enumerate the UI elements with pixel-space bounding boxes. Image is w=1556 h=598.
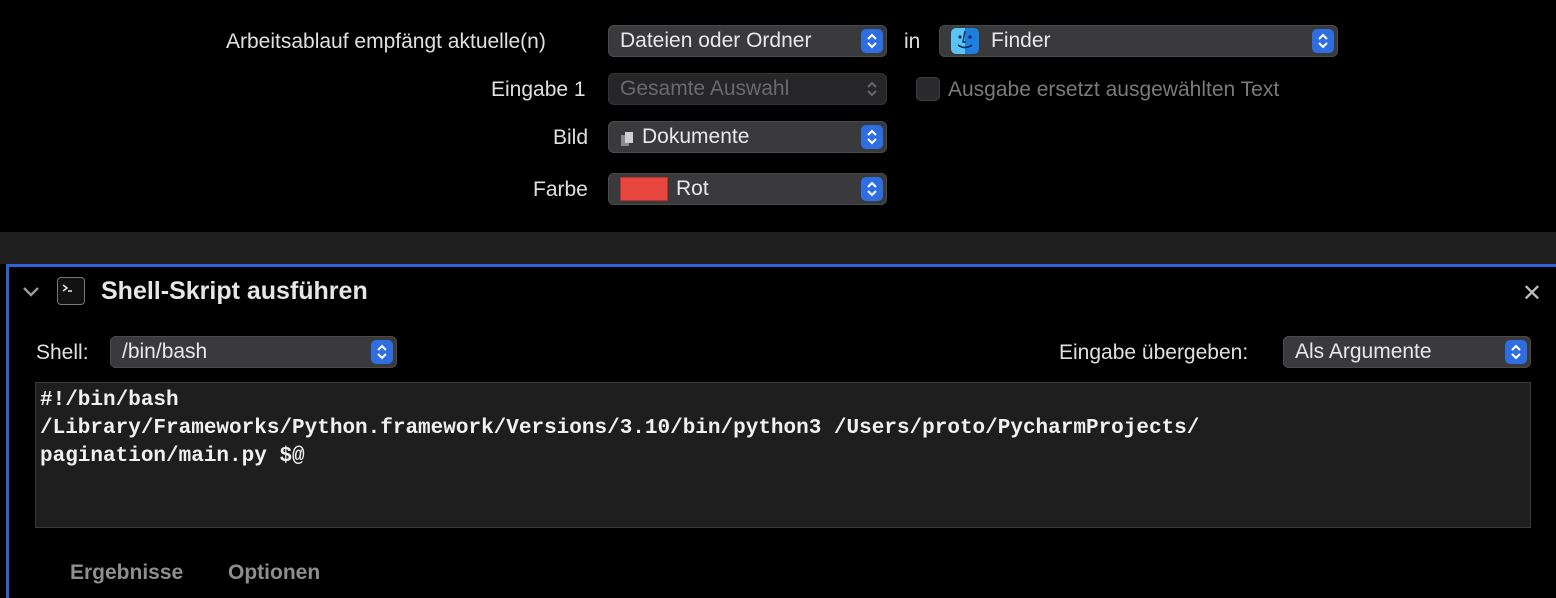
tab-options[interactable]: Optionen [228, 561, 320, 585]
receives-popup[interactable]: Dateien oder Ordner [608, 25, 887, 57]
workflow-settings-panel: Arbeitsablauf empfängt aktuelle(n) Datei… [0, 0, 1556, 232]
close-icon[interactable]: ✕ [1522, 279, 1542, 308]
replace-text-label: Ausgabe ersetzt ausgewählten Text [948, 78, 1280, 101]
action-title: Shell-Skript ausführen [101, 277, 368, 305]
script-line: pagination/main.py $@ [40, 445, 305, 468]
script-line: /Library/Frameworks/Python.framework/Ver… [40, 417, 1200, 440]
shell-popup[interactable]: /bin/bash [110, 336, 397, 368]
input-value: Gesamte Auswahl [620, 77, 790, 100]
image-label: Bild [553, 126, 589, 149]
image-value: Dokumente [642, 125, 750, 148]
chevron-updown-icon [861, 125, 883, 149]
terminal-icon [57, 277, 85, 305]
documents-icon [620, 129, 636, 153]
color-value: Rot [676, 177, 709, 200]
pass-input-label: Eingabe übergeben: [1059, 341, 1249, 364]
script-editor[interactable]: #!/bin/bash/Library/Frameworks/Python.fr… [35, 382, 1531, 528]
chevron-updown-icon [861, 77, 883, 101]
color-label: Farbe [533, 178, 588, 201]
chevron-updown-icon [1312, 29, 1334, 53]
finder-icon [951, 28, 979, 54]
chevron-updown-icon [861, 29, 883, 53]
image-popup[interactable]: Dokumente [608, 121, 887, 153]
replace-text-checkbox[interactable] [916, 77, 940, 101]
color-swatch [620, 177, 668, 201]
chevron-updown-icon [861, 177, 883, 201]
shell-value: /bin/bash [122, 340, 208, 363]
in-label: in [904, 30, 921, 53]
input-label: Eingabe 1 [491, 78, 586, 101]
shell-script-action[interactable]: Shell-Skript ausführen ✕ Shell: /bin/bas… [6, 264, 1556, 598]
disclosure-chevron-icon[interactable] [21, 285, 41, 304]
receives-value: Dateien oder Ordner [620, 29, 812, 52]
app-value: Finder [991, 29, 1051, 52]
receives-label: Arbeitsablauf empfängt aktuelle(n) [226, 30, 546, 53]
tab-results[interactable]: Ergebnisse [70, 561, 183, 585]
separator [0, 232, 1556, 264]
input-popup[interactable]: Gesamte Auswahl [608, 73, 887, 105]
shell-label: Shell: [36, 341, 89, 364]
chevron-updown-icon [1505, 340, 1527, 364]
script-line: #!/bin/bash [40, 389, 179, 412]
pass-input-popup[interactable]: Als Argumente [1283, 336, 1531, 368]
pass-input-value: Als Argumente [1295, 340, 1432, 363]
app-popup[interactable]: Finder [939, 25, 1338, 57]
chevron-updown-icon [371, 340, 393, 364]
color-popup[interactable]: Rot [608, 173, 887, 205]
